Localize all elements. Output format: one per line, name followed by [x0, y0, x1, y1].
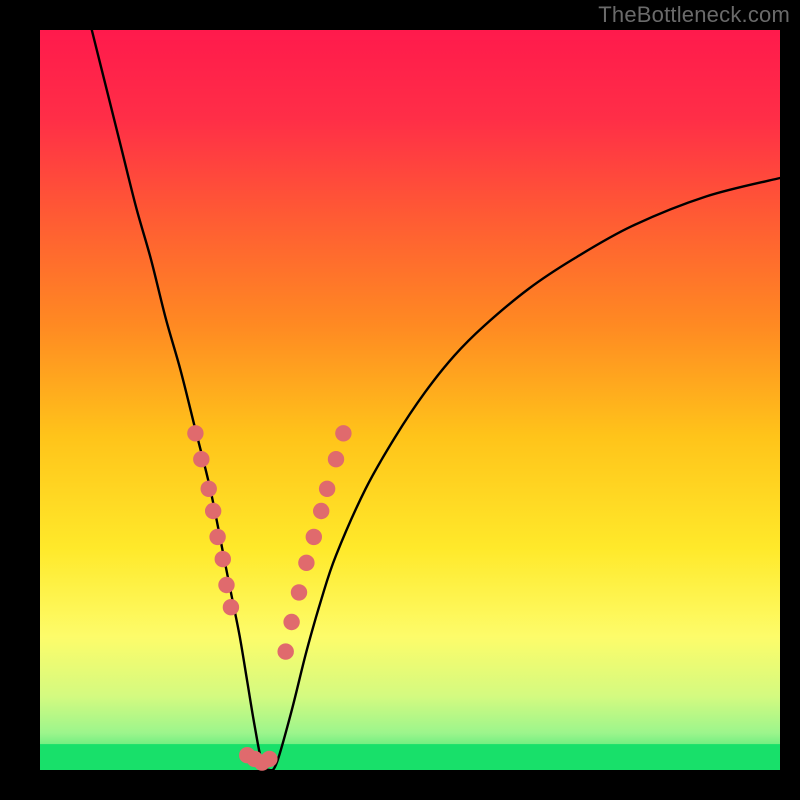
data-marker — [291, 584, 307, 600]
data-marker — [319, 481, 335, 497]
data-marker — [298, 555, 314, 571]
watermark-text: TheBottleneck.com — [598, 2, 790, 28]
chart-svg — [0, 0, 800, 800]
data-marker — [277, 643, 293, 659]
data-marker — [261, 751, 277, 767]
data-marker — [218, 577, 234, 593]
green-band — [40, 744, 780, 770]
plot-background — [40, 30, 780, 770]
data-marker — [328, 451, 344, 467]
data-marker — [215, 551, 231, 567]
data-marker — [306, 529, 322, 545]
data-marker — [313, 503, 329, 519]
data-marker — [283, 614, 299, 630]
data-marker — [223, 599, 239, 615]
chart-frame: TheBottleneck.com — [0, 0, 800, 800]
data-marker — [209, 529, 225, 545]
data-marker — [201, 481, 217, 497]
data-marker — [335, 425, 351, 441]
data-marker — [193, 451, 209, 467]
data-marker — [205, 503, 221, 519]
data-marker — [187, 425, 203, 441]
